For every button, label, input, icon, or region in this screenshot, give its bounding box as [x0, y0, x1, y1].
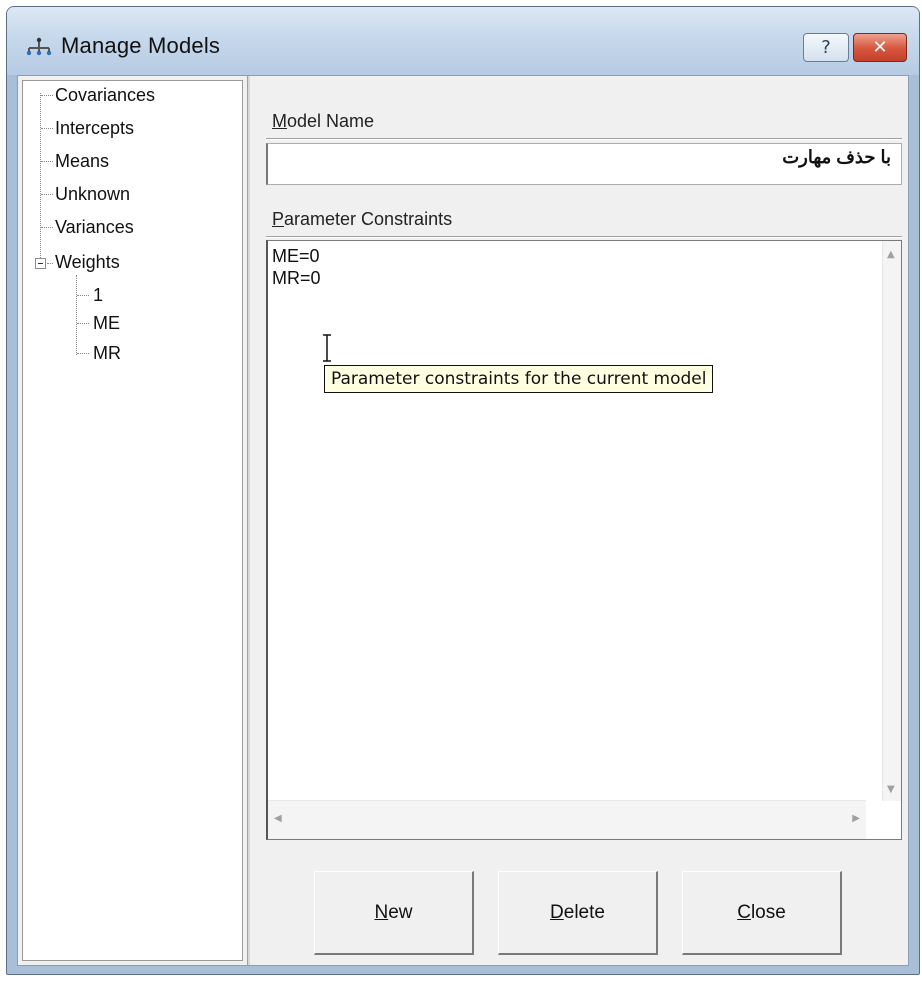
tree-item-intercepts[interactable]: Intercepts — [55, 117, 134, 139]
model-name-label: Model Name — [272, 111, 375, 131]
new-button[interactable]: New — [314, 871, 474, 955]
close-icon: ✕ — [872, 37, 888, 58]
model-name-input[interactable]: با حذف مهارت — [266, 143, 902, 185]
parameter-constraints-textarea[interactable]: ME=0 MR=0 ▲ ▼ ◀ ▶ — [266, 240, 902, 840]
tree-item-weights[interactable]: Weights — [55, 251, 120, 273]
help-button[interactable]: ? — [803, 33, 849, 62]
manage-models-dialog: Manage Models ? ✕ Covariances Intercepts… — [6, 6, 920, 975]
tree-item-weights-1[interactable]: 1 — [93, 284, 103, 306]
parameter-constraints-label: Parameter Constraints — [272, 209, 453, 229]
vertical-scrollbar[interactable]: ▲ ▼ — [882, 241, 901, 801]
horizontal-scrollbar[interactable]: ◀ ▶ — [268, 800, 866, 839]
scroll-up-icon[interactable]: ▲ — [887, 249, 895, 260]
tree-item-means[interactable]: Means — [55, 150, 109, 172]
delete-button[interactable]: Delete — [498, 871, 658, 955]
tooltip: Parameter constraints for the current mo… — [324, 365, 714, 393]
model-tree[interactable]: Covariances Intercepts Means Unknown Var… — [22, 80, 243, 961]
window-title: Manage Models — [61, 33, 221, 58]
scroll-right-icon[interactable]: ▶ — [852, 813, 860, 824]
tree-item-variances[interactable]: Variances — [55, 216, 134, 238]
close-window-button[interactable]: ✕ — [853, 33, 907, 62]
splitter[interactable] — [247, 76, 250, 965]
model-tree-icon — [26, 37, 52, 56]
question-icon: ? — [821, 37, 831, 58]
title-bar[interactable]: Manage Models ? ✕ — [7, 7, 919, 75]
scroll-left-icon[interactable]: ◀ — [274, 813, 282, 824]
tree-item-covariances[interactable]: Covariances — [55, 84, 155, 106]
tree-item-weights-me[interactable]: ME — [93, 312, 120, 334]
parameter-constraints-text[interactable]: ME=0 MR=0 — [272, 245, 321, 289]
dialog-client-area: Covariances Intercepts Means Unknown Var… — [17, 75, 909, 966]
tree-item-weights-mr[interactable]: MR — [93, 342, 121, 364]
close-button[interactable]: Close — [682, 871, 842, 955]
tree-item-unknown[interactable]: Unknown — [55, 183, 130, 205]
collapse-weights-icon[interactable] — [35, 258, 46, 269]
scroll-down-icon[interactable]: ▼ — [887, 784, 895, 795]
text-cursor-icon — [323, 334, 331, 362]
